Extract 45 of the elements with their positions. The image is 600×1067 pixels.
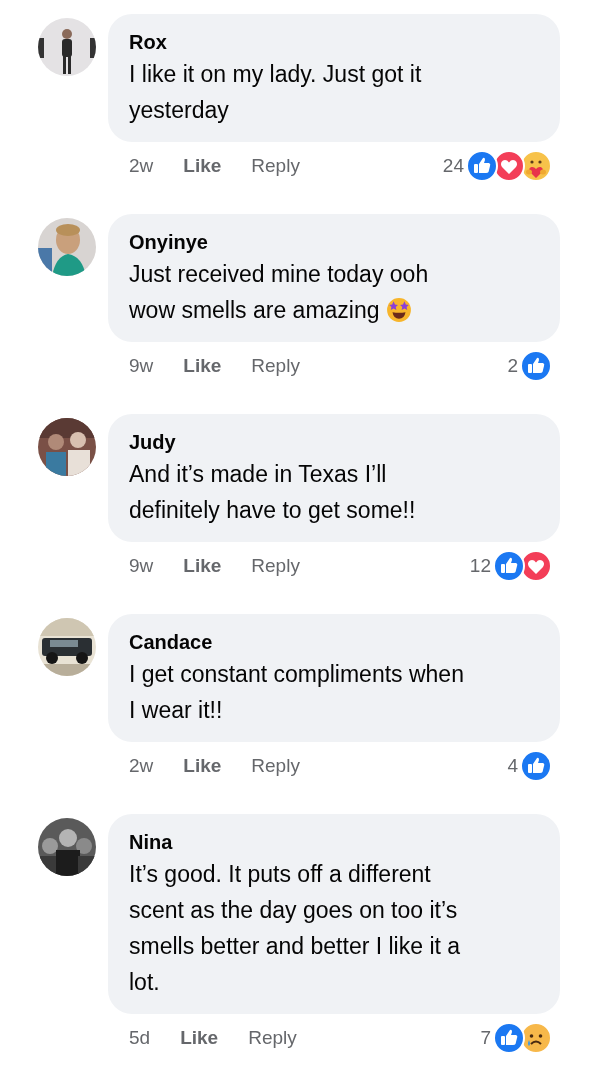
sad-face-icon xyxy=(520,1022,552,1054)
timestamp[interactable]: 9w xyxy=(129,355,154,377)
thumbs-up-icon xyxy=(520,750,552,782)
reaction-count[interactable]: 7 xyxy=(480,1027,491,1049)
hugging-face-icon xyxy=(520,150,552,182)
comment-text: I like it on my lady. Just got it xyxy=(129,60,422,89)
comment-text: definitely have to get some!! xyxy=(129,496,416,525)
author-name[interactable]: Onyinye xyxy=(129,228,208,256)
comment-text: yesterday xyxy=(129,96,229,125)
author-name[interactable]: Candace xyxy=(129,628,213,656)
thumbs-up-icon xyxy=(493,550,525,582)
thumbs-up-icon xyxy=(493,1022,525,1054)
comment-text: scent as the day goes on too it’s xyxy=(129,896,458,925)
author-name[interactable]: Judy xyxy=(129,428,176,456)
author-name[interactable]: Rox xyxy=(129,28,167,56)
like-link[interactable]: Like xyxy=(183,755,222,777)
like-link[interactable]: Like xyxy=(183,555,222,577)
reaction-count[interactable]: 2 xyxy=(507,355,518,377)
comment-text: Just received mine today ooh xyxy=(129,260,429,289)
reply-link[interactable]: Reply xyxy=(251,155,300,177)
thumbs-up-icon xyxy=(520,350,552,382)
comment-text: I wear it!! xyxy=(129,696,223,725)
comment-text: And it’s made in Texas I’ll xyxy=(129,460,387,489)
reply-link[interactable]: Reply xyxy=(251,755,300,777)
reply-link[interactable]: Reply xyxy=(248,1027,297,1049)
reaction-count[interactable]: 4 xyxy=(507,755,518,777)
like-link[interactable]: Like xyxy=(183,355,222,377)
like-link[interactable]: Like xyxy=(180,1027,219,1049)
reply-link[interactable]: Reply xyxy=(251,555,300,577)
comment-text: smells better and better I like it a xyxy=(129,932,461,961)
reaction-count[interactable]: 12 xyxy=(469,555,491,577)
thumbs-up-icon xyxy=(466,150,498,182)
comment-text: It’s good. It puts off a different xyxy=(129,860,431,889)
comment-text: lot. xyxy=(129,968,160,997)
comment-text: I get constant compliments when xyxy=(129,660,464,689)
timestamp[interactable]: 2w xyxy=(129,755,154,777)
timestamp[interactable]: 9w xyxy=(129,555,154,577)
star-eyes-emoji-icon xyxy=(385,297,412,323)
timestamp[interactable]: 5d xyxy=(129,1027,151,1049)
comment-text: wow smells are amazing xyxy=(129,296,380,325)
timestamp[interactable]: 2w xyxy=(129,155,154,177)
reply-link[interactable]: Reply xyxy=(251,355,300,377)
reaction-count[interactable]: 24 xyxy=(442,155,464,177)
like-link[interactable]: Like xyxy=(183,155,222,177)
author-name[interactable]: Nina xyxy=(129,828,173,856)
